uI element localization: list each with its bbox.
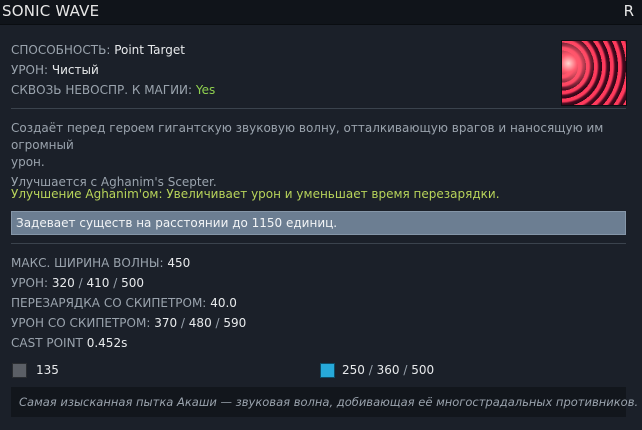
lore-text: Самая изысканная пытка Акаши — звуковая … xyxy=(19,395,639,409)
stat-label: СКВОЗЬ НЕВОСПР. К МАГИИ: xyxy=(11,83,193,97)
stat-value: 40.0 xyxy=(210,296,237,310)
stat-scepter-cooldown: ПЕРЕЗАРЯДКА СО СКИПЕТРОМ: 40.0 xyxy=(11,295,237,311)
stat-damage-type: УРОН: Чистый xyxy=(11,62,99,78)
mana-cost: 250 / 360 / 500 xyxy=(342,363,434,378)
value-separator: / xyxy=(78,276,83,290)
description-line: урон. xyxy=(11,155,45,169)
stat-cast-point: CAST POINT 0.452s xyxy=(11,335,127,351)
sonic-wave-ability-icon xyxy=(561,40,627,106)
divider xyxy=(11,243,626,244)
stat-label: УРОН: xyxy=(11,276,49,290)
lore-box: Самая изысканная пытка Акаши — звуковая … xyxy=(11,387,638,417)
tooltip-header: SONIC WAVE R xyxy=(0,0,642,25)
mana-cost-level2: 360 xyxy=(376,363,400,377)
stat-wave-width: МАКС. ШИРИНА ВОЛНЫ: 450 xyxy=(11,255,190,271)
stat-value-level3: 590 xyxy=(223,316,247,330)
ability-description: Создаёт перед героем гигантскую звуковую… xyxy=(11,120,626,191)
stat-label: СПОСОБНОСТЬ: xyxy=(11,43,111,57)
ability-hotkey: R xyxy=(623,2,634,20)
stat-ability-type: СПОСОБНОСТЬ: Point Target xyxy=(11,42,185,58)
divider xyxy=(11,108,626,109)
stat-scepter-damage: УРОН СО СКИПЕТРОМ: 370 / 480 / 590 xyxy=(11,315,246,331)
mana-cost-level1: 250 xyxy=(342,363,365,377)
value-separator: / xyxy=(403,363,408,377)
value-separator: / xyxy=(368,363,373,377)
stat-value-level3: 500 xyxy=(121,276,145,290)
stat-damage: УРОН: 320 / 410 / 500 xyxy=(11,275,144,291)
stat-value-level2: 410 xyxy=(86,276,110,290)
stat-label: ПЕРЕЗАРЯДКА СО СКИПЕТРОМ: xyxy=(11,296,207,310)
stat-value: Чистый xyxy=(51,63,99,77)
stat-value: Yes xyxy=(195,83,216,97)
value-separator: / xyxy=(180,316,185,330)
stat-value: 450 xyxy=(167,256,191,270)
stat-value-level1: 320 xyxy=(51,276,75,290)
stat-pierces-immunity: СКВОЗЬ НЕВОСПР. К МАГИИ: Yes xyxy=(11,82,215,98)
note-text: Задевает существ на расстоянии до 1150 е… xyxy=(16,216,338,230)
note-box: Задевает существ на расстоянии до 1150 е… xyxy=(11,211,626,235)
cooldown-value: 135 xyxy=(36,363,59,377)
mana-cost-level3: 500 xyxy=(411,363,435,377)
aghanim-upgrade-text: Улучшение Aghanim'ом: Увеличивает урон и… xyxy=(11,187,500,201)
stat-label: УРОН СО СКИПЕТРОМ: xyxy=(11,316,151,330)
stat-value: Point Target xyxy=(114,43,185,57)
value-separator: / xyxy=(215,316,220,330)
stat-value-level2: 480 xyxy=(188,316,212,330)
value-separator: / xyxy=(113,276,118,290)
mana-icon xyxy=(320,363,335,378)
ability-name: SONIC WAVE xyxy=(2,2,100,20)
stat-label: CAST POINT xyxy=(11,336,83,350)
stat-label: МАКС. ШИРИНА ВОЛНЫ: xyxy=(11,256,164,270)
description-line: Создаёт перед героем гигантскую звуковую… xyxy=(11,121,604,152)
stat-label: УРОН: xyxy=(11,63,49,77)
cooldown-icon xyxy=(12,363,27,378)
stat-value: 0.452s xyxy=(86,336,128,350)
stat-value-level1: 370 xyxy=(154,316,178,330)
